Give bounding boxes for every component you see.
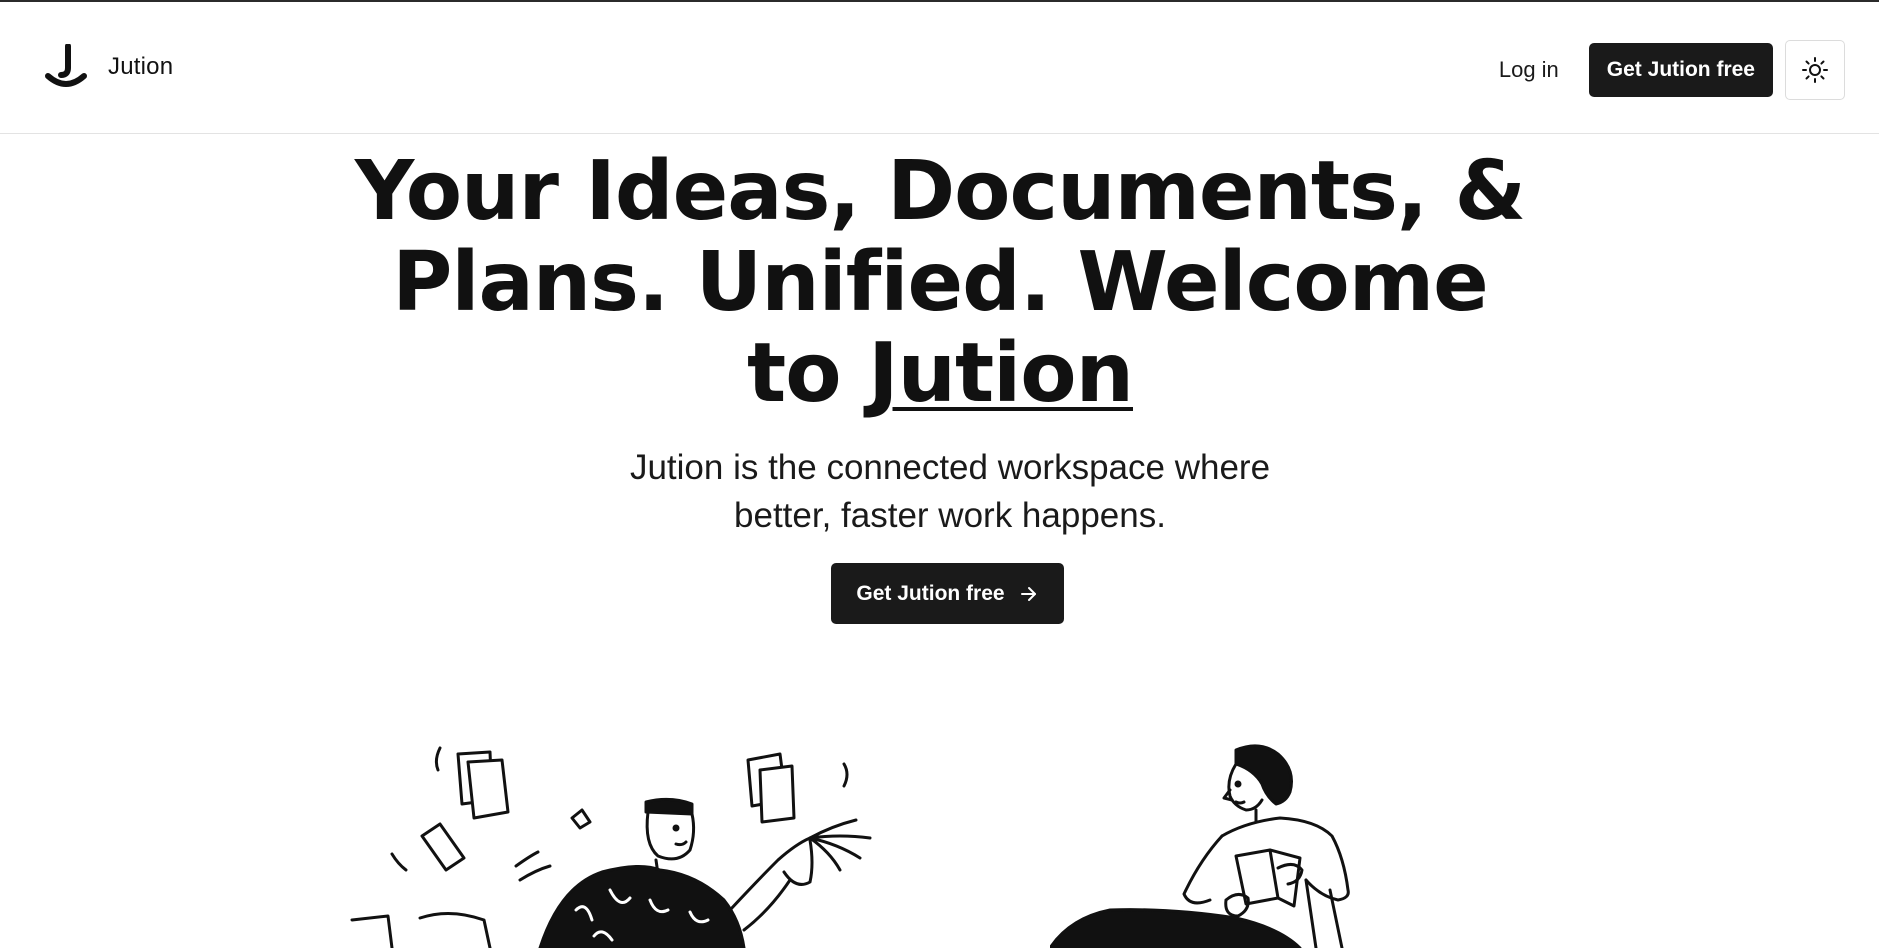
arrow-right-icon [1020,586,1036,601]
hero-subtitle-line-2: better, faster work happens. [734,496,1166,535]
navbar: Jution Log in Get Jution free [0,2,1879,134]
sun-icon [1802,57,1828,83]
hero-title-line-3-prefix: to [747,326,869,421]
hero-subtitle-line-1: Jution is the connected workspace where [629,448,1271,487]
theme-toggle-button[interactable] [1785,40,1845,100]
hero-title-brand: Jution [868,326,1134,421]
brand-link[interactable]: Jution [44,44,173,90]
hero-title: Your Ideas, Documents, & Plans. Unified.… [340,146,1540,419]
hero-get-jution-free-button[interactable]: Get Jution free [831,563,1064,624]
hero-subtitle: Jution is the connected workspace where … [540,444,1360,540]
hero-title-line-1: Your Ideas, Documents, & [354,144,1526,239]
login-link[interactable]: Log in [1485,47,1573,93]
brand-name: Jution [108,53,174,80]
hero-cta-label: Get Jution free [856,581,1005,605]
man-juggling-papers-illustration [350,746,872,948]
hero-title-line-2: Plans. Unified. Welcome [392,235,1489,330]
nav-actions: Log in Get Jution free [1485,40,1845,100]
get-jution-free-button[interactable]: Get Jution free [1588,43,1773,97]
jution-logo-icon [45,44,87,87]
woman-reading-illustration [1050,744,1350,948]
